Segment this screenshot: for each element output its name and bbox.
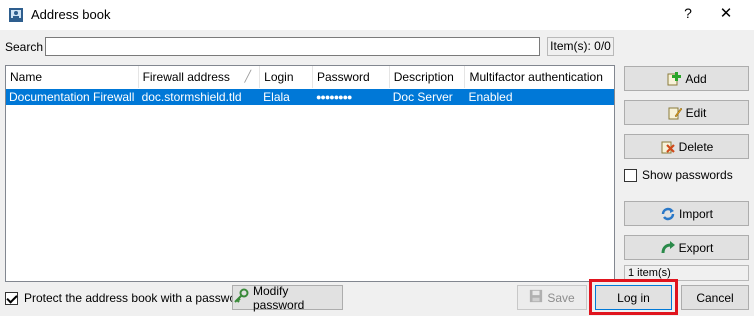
cell-name: Documentation Firewall — [9, 90, 135, 104]
add-icon — [666, 71, 682, 87]
protect-address-book-label: Protect the address book with a password — [24, 291, 247, 305]
modify-password-button[interactable]: Modify password — [232, 283, 343, 312]
show-passwords-checkbox[interactable] — [624, 168, 637, 182]
table-row[interactable]: Documentation Firewall doc.stormshield.t… — [6, 89, 614, 105]
save-button-label: Save — [547, 290, 575, 305]
help-button[interactable]: ? — [678, 5, 698, 21]
protect-address-book-checkbox[interactable] — [5, 291, 18, 305]
title-bar: Address book ? ✕ — [0, 0, 754, 30]
import-icon — [660, 206, 676, 222]
column-header-login[interactable]: Login — [260, 66, 313, 88]
cell-multifactor-authentication: Enabled — [468, 90, 513, 104]
delete-button[interactable]: Delete — [624, 134, 749, 159]
add-button-label: Add — [685, 71, 707, 86]
sort-indicator-icon: ╱ — [244, 71, 252, 83]
export-button-label: Export — [678, 240, 714, 255]
search-input[interactable] — [45, 37, 540, 56]
column-header-multifactor-authentication[interactable]: Multifactor authentication — [465, 66, 614, 88]
export-button[interactable]: Export — [624, 235, 749, 260]
export-icon — [660, 240, 676, 256]
column-header-password[interactable]: Password — [312, 66, 390, 88]
cell-login: Elala — [263, 90, 290, 104]
cell-description: Doc Server — [392, 90, 453, 104]
login-highlight-box — [589, 279, 678, 315]
address-book-app-icon — [8, 7, 24, 23]
save-icon — [529, 289, 543, 306]
column-header-firewall-address[interactable]: Firewall address ╱ — [138, 66, 261, 88]
search-label: Search — [5, 40, 44, 54]
import-button-label: Import — [678, 206, 713, 221]
table-header: Name Firewall address ╱ Login Password D… — [6, 66, 614, 88]
edit-button[interactable]: Edit — [624, 100, 749, 125]
show-passwords-option[interactable]: Show passwords — [624, 168, 733, 182]
save-button[interactable]: Save — [517, 285, 587, 310]
import-button[interactable]: Import — [624, 201, 749, 226]
cancel-button-label: Cancel — [696, 290, 734, 305]
show-passwords-label: Show passwords — [642, 168, 733, 182]
address-table[interactable]: Name Firewall address ╱ Login Password D… — [5, 65, 615, 282]
modify-password-label: Modify password — [253, 283, 305, 312]
key-icon — [233, 288, 249, 307]
edit-button-label: Edit — [685, 105, 707, 120]
add-button[interactable]: Add — [624, 66, 749, 91]
items-count-display: Item(s): 0/0 — [547, 37, 614, 56]
cell-password: ●●●●●●●● — [315, 92, 352, 102]
cell-firewall-address: doc.stormshield.tld — [141, 90, 242, 104]
cancel-button[interactable]: Cancel — [681, 285, 749, 310]
protect-address-book-option[interactable]: Protect the address book with a password — [5, 291, 247, 305]
delete-icon — [660, 139, 676, 155]
window-title: Address book — [31, 7, 111, 22]
column-header-name[interactable]: Name — [6, 66, 139, 88]
delete-button-label: Delete — [678, 139, 714, 154]
column-header-firewall-address-label: Firewall address — [142, 70, 230, 84]
close-button[interactable]: ✕ — [716, 4, 736, 22]
edit-icon — [667, 105, 683, 121]
column-header-description[interactable]: Description — [389, 66, 466, 88]
